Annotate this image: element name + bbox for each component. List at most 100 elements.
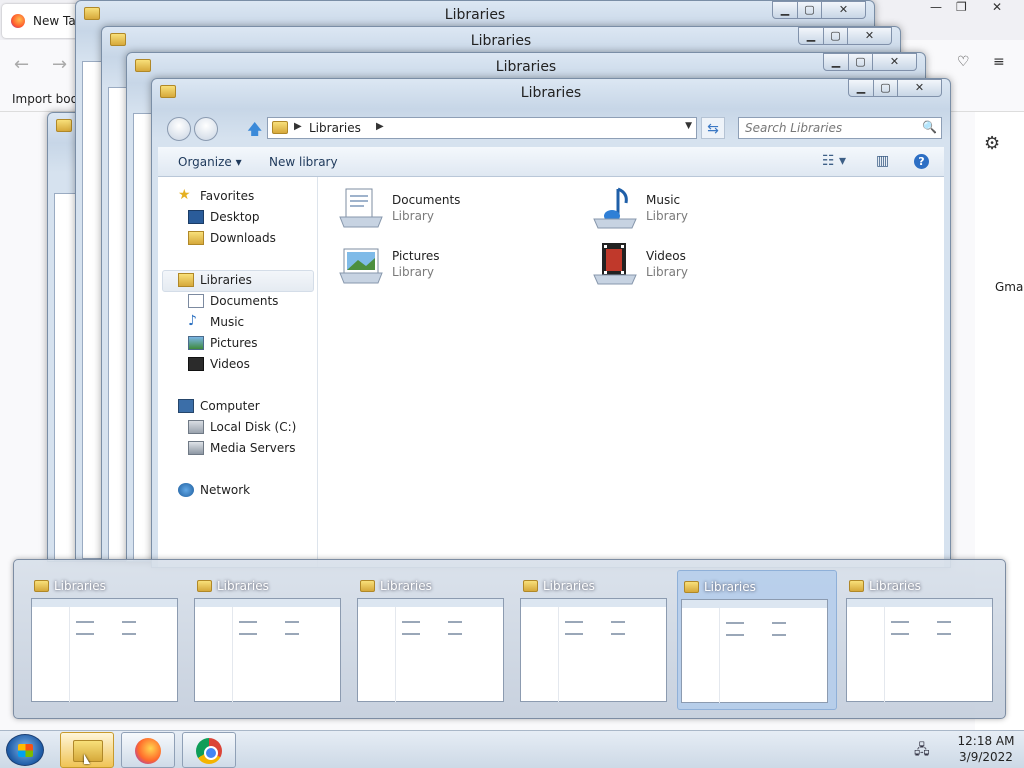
- star-icon: ★: [178, 187, 191, 203]
- desktop-icon: [188, 210, 204, 224]
- libraries-folder-icon: [178, 273, 194, 287]
- libraries-folder-icon: [272, 121, 288, 134]
- forward-button[interactable]: [194, 117, 218, 141]
- restore-icon[interactable]: ❐: [956, 0, 967, 20]
- minimize-button[interactable]: ▁: [798, 27, 824, 45]
- search-placeholder: Search Libraries: [745, 121, 843, 135]
- back-arrow-icon[interactable]: ←: [14, 54, 29, 75]
- pocket-icon[interactable]: ♡: [957, 54, 970, 70]
- mouse-cursor-icon: [84, 754, 90, 764]
- hard-disk-icon: [188, 420, 204, 434]
- close-button[interactable]: ✕: [897, 79, 942, 97]
- start-button[interactable]: [6, 734, 44, 766]
- maximize-button[interactable]: ▢: [797, 1, 822, 19]
- window-thumbnail[interactable]: Libraries: [191, 570, 351, 710]
- window-thumbnail[interactable]: Libraries: [843, 570, 1003, 710]
- close-button[interactable]: ✕: [821, 1, 866, 19]
- maximize-button[interactable]: ▢: [873, 79, 898, 97]
- library-type: Library: [646, 265, 688, 279]
- minimize-button[interactable]: ▁: [772, 1, 798, 19]
- firefox-icon: [11, 14, 25, 28]
- nav-downloads[interactable]: Downloads: [188, 231, 276, 245]
- thumbnail-preview: [846, 598, 993, 702]
- minimize-icon[interactable]: —: [930, 0, 942, 20]
- nav-label: Pictures: [210, 336, 258, 350]
- chevron-down-icon[interactable]: ▼: [685, 121, 692, 131]
- window-thumbnail[interactable]: Libraries: [28, 570, 188, 710]
- nav-label: Desktop: [210, 210, 260, 224]
- network-icon: [178, 483, 194, 497]
- thumbnail-preview: [357, 598, 504, 702]
- close-button[interactable]: ✕: [847, 27, 892, 45]
- nav-music[interactable]: ♪ Music: [188, 313, 245, 329]
- clock-date[interactable]: 3/9/2022: [949, 750, 1023, 764]
- media-server-icon: [188, 441, 204, 455]
- nav-label: Local Disk (C:): [210, 420, 297, 434]
- window-title: Libraries: [520, 85, 582, 101]
- window-controls: ▁ ▢ ✕: [798, 27, 896, 46]
- thumbnail-title: Libraries: [704, 580, 756, 594]
- nav-pictures[interactable]: Pictures: [188, 336, 258, 350]
- navigation-pane: ★ Favorites Desktop Downloads Libraries …: [158, 177, 318, 567]
- nav-favorites[interactable]: ★ Favorites: [178, 187, 254, 203]
- thumbnail-preview: [194, 598, 341, 702]
- libraries-folder-icon: [197, 580, 212, 592]
- window-thumbnail-selected[interactable]: Libraries: [677, 570, 837, 710]
- search-input[interactable]: Search Libraries 🔍: [738, 117, 942, 139]
- maximize-button[interactable]: ▢: [848, 53, 873, 71]
- minimize-button[interactable]: ▁: [848, 79, 874, 97]
- libraries-folder-icon: [34, 580, 49, 592]
- library-type: Library: [392, 265, 434, 279]
- up-arrow-icon[interactable]: 🡅: [247, 119, 262, 144]
- window-controls: ▁ ▢ ✕: [848, 79, 946, 98]
- nav-libraries[interactable]: Libraries: [178, 273, 252, 287]
- maximize-button[interactable]: ▢: [823, 27, 848, 45]
- nav-videos[interactable]: Videos: [188, 357, 250, 371]
- menu-icon[interactable]: ≡: [993, 54, 1005, 70]
- gear-icon[interactable]: ⚙: [984, 133, 1000, 154]
- search-icon[interactable]: 🔍: [922, 120, 937, 134]
- preview-pane-icon[interactable]: ▥: [876, 153, 889, 169]
- nav-network[interactable]: Network: [178, 483, 250, 497]
- nav-label: Media Servers: [210, 441, 296, 455]
- back-button[interactable]: [167, 117, 191, 141]
- window-thumbnail[interactable]: Libraries: [354, 570, 514, 710]
- nav-media-servers[interactable]: Media Servers: [188, 441, 296, 455]
- clock-time[interactable]: 12:18 AM: [949, 734, 1023, 748]
- close-button[interactable]: ✕: [872, 53, 917, 71]
- organize-button[interactable]: Organize ▾: [178, 155, 242, 169]
- library-type: Library: [646, 209, 688, 223]
- nav-local-disk[interactable]: Local Disk (C:): [188, 420, 297, 434]
- network-tray-icon[interactable]: 🖧: [914, 739, 930, 763]
- nav-computer[interactable]: Computer: [178, 399, 260, 413]
- forward-arrow-icon[interactable]: →: [52, 54, 67, 75]
- nav-label: Downloads: [210, 231, 276, 245]
- library-name: Documents: [392, 193, 461, 207]
- address-text[interactable]: Libraries: [309, 121, 361, 135]
- chevron-right-icon[interactable]: ▶: [294, 121, 302, 132]
- nav-desktop[interactable]: Desktop: [188, 210, 260, 224]
- videos-library-icon: [593, 243, 637, 285]
- pictures-library-icon: [339, 248, 383, 284]
- address-bar[interactable]: ▶ Libraries ▶ ▼: [267, 117, 697, 139]
- explorer-window-front[interactable]: Libraries ▁ ▢ ✕ 🡅 ▶ Libraries ▶ ▼ ⇆ Sear…: [151, 78, 951, 568]
- thumbnail-preview: [681, 599, 828, 703]
- taskbar-firefox-button[interactable]: [121, 732, 175, 768]
- nav-documents[interactable]: Documents: [188, 294, 278, 308]
- taskbar-chrome-button[interactable]: [182, 732, 236, 768]
- window-controls: ▁ ▢ ✕: [823, 53, 921, 72]
- pictures-icon: [188, 336, 204, 350]
- firefox-icon: [135, 738, 161, 764]
- view-options-icon[interactable]: ☷ ▾: [822, 153, 846, 169]
- music-note-icon: ♪: [188, 313, 197, 329]
- nav-label: Music: [210, 315, 245, 329]
- refresh-button[interactable]: ⇆: [701, 117, 725, 139]
- minimize-button[interactable]: ▁: [823, 53, 849, 71]
- gmail-link[interactable]: Gmail: [995, 280, 1024, 294]
- help-icon[interactable]: ?: [914, 154, 929, 169]
- chevron-right-icon[interactable]: ▶: [376, 121, 384, 132]
- explorer-body: ★ Favorites Desktop Downloads Libraries …: [158, 177, 944, 567]
- close-icon[interactable]: ✕: [992, 0, 1002, 20]
- new-library-button[interactable]: New library: [269, 155, 338, 169]
- window-thumbnail[interactable]: Libraries: [517, 570, 677, 710]
